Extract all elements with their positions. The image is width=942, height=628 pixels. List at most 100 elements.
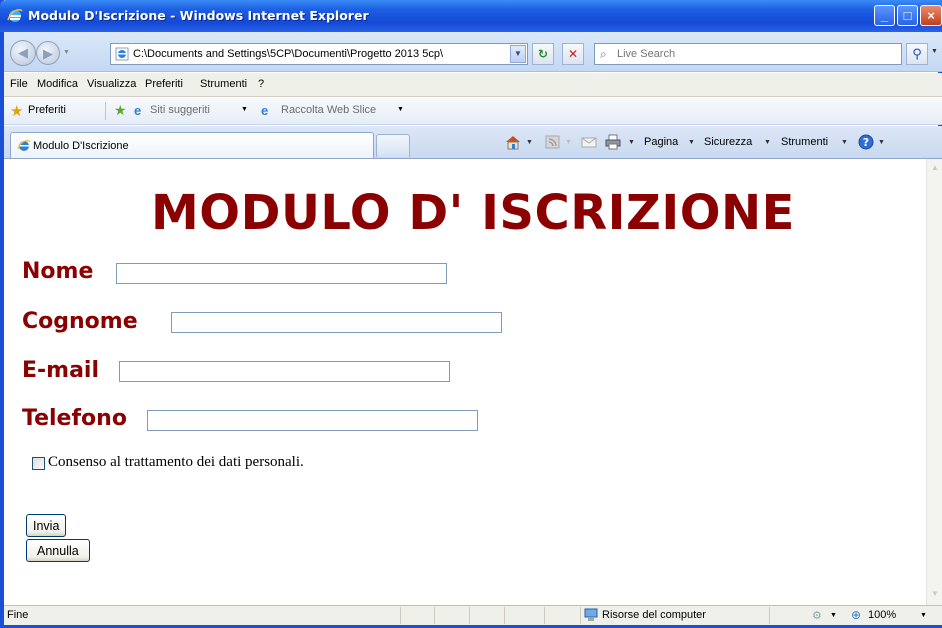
favorites-separator [105,102,106,120]
search-icon: ⌕ [600,47,607,61]
tab-modulo-iscrizione[interactable]: Modulo D'Iscrizione [10,132,374,158]
suggested-sites-ie-icon: e [134,103,142,118]
telefono-label: Telefono [22,406,127,431]
forward-button[interactable]: ▶ [36,41,60,65]
consent-checkbox[interactable] [32,457,45,470]
cognome-input[interactable] [171,312,502,333]
status-pane-divider [400,607,401,624]
forward-arrow-icon: ▶ [43,46,53,61]
menu-bar: File Modifica Visualizza Preferiti Strum… [4,73,942,97]
email-label: E-mail [22,358,100,383]
svg-text:?: ? [863,136,869,149]
nome-input[interactable] [116,263,447,284]
address-dropdown-icon[interactable]: ▼ [510,45,526,63]
zoom-icon[interactable]: ⊕ [851,608,861,622]
minimize-icon: _ [880,8,889,23]
new-tab-button[interactable] [376,134,410,157]
refresh-button[interactable]: ↻ [532,43,554,65]
address-bar[interactable]: C:\Documents and Settings\5CP\Documenti\… [110,43,528,65]
menu-item-strumenti[interactable]: Strumenti [200,78,247,90]
suggested-dropdown-icon[interactable]: ▼ [241,106,248,113]
tools-menu-button[interactable]: Strumenti [781,136,828,148]
minimize-button[interactable]: _ [874,5,895,26]
tab-ie-icon [17,140,31,151]
favorites-button[interactable]: Preferiti [28,104,66,116]
history-dropdown-icon[interactable]: ▼ [63,49,70,56]
menu-item-preferiti[interactable]: Preferiti [145,78,183,90]
computer-zone-icon [584,608,598,621]
window-title: Modulo D'Iscrizione - Windows Internet E… [28,8,369,23]
cognome-label: Cognome [22,309,138,334]
tab-row: Modulo D'Iscrizione ▼ ▼ ▼ Pagina ▼ Sicur… [4,126,942,159]
feeds-icon[interactable] [544,134,562,150]
webslice-gallery-button[interactable]: Raccolta Web Slice [281,104,376,116]
status-bar: Fine Risorse del computer ⚙ ▼ ⊕ 100% ▼ [4,605,942,625]
vertical-scrollbar[interactable]: ▲ ▼ [926,159,942,605]
status-pane-divider [504,607,505,624]
maximize-icon: □ [903,8,912,23]
page-ie-icon [115,47,129,61]
zoom-level[interactable]: 100% [868,609,896,621]
feeds-dropdown-icon[interactable]: ▼ [565,139,572,146]
scroll-down-icon[interactable]: ▼ [928,587,942,601]
consent-label: Consenso al trattamento dei dati persona… [48,454,304,470]
help-dropdown-icon[interactable]: ▼ [878,139,885,146]
help-icon[interactable]: ? [857,134,875,150]
page-title: MODULO D' ISCRIZIONE [151,185,795,241]
security-zone-text: Risorse del computer [602,609,706,621]
home-icon[interactable] [504,134,522,150]
page-menu-button[interactable]: Pagina [644,136,678,148]
mail-icon[interactable] [580,134,598,150]
status-pane-divider [769,607,770,624]
status-pane-divider [434,607,435,624]
favorites-bar: ★ Preferiti ★ e Siti suggeriti ▼ e Racco… [4,97,942,125]
webslice-ie-icon: e [261,103,269,118]
suggested-sites-button[interactable]: Siti suggeriti [150,104,210,116]
tab-label: Modulo D'Iscrizione [33,140,129,152]
favorites-star-icon: ★ [10,103,24,120]
internet-explorer-icon [7,8,23,22]
magnifier-icon: ⚲ [912,46,922,61]
security-dropdown-icon[interactable]: ▼ [764,139,771,146]
menu-item-help[interactable]: ? [258,78,264,90]
search-box[interactable]: ⌕ [594,43,902,65]
email-input[interactable] [119,361,450,382]
close-button[interactable]: × [920,5,942,26]
back-arrow-icon: ◀ [18,45,28,60]
maximize-button[interactable]: □ [897,5,918,26]
stop-button[interactable]: ✕ [562,43,584,65]
webslice-dropdown-icon[interactable]: ▼ [397,106,404,113]
home-dropdown-icon[interactable]: ▼ [526,139,533,146]
menu-item-modifica[interactable]: Modifica [37,78,78,90]
print-dropdown-icon[interactable]: ▼ [628,139,635,146]
address-row: ◀ ▶ ▼ C:\Documents and Settings\5CP\Docu… [4,32,942,72]
status-text: Fine [7,609,29,621]
telefono-input[interactable] [147,410,478,431]
search-go-button[interactable]: ⚲ [906,43,928,65]
address-url: C:\Documents and Settings\5CP\Documenti\… [133,48,444,60]
scroll-up-icon[interactable]: ▲ [928,161,942,175]
add-favorite-icon[interactable]: ★ [114,102,127,119]
back-button[interactable]: ◀ [10,40,36,66]
zoom-dropdown-icon[interactable]: ▼ [920,612,927,619]
page-dropdown-icon[interactable]: ▼ [688,139,695,146]
status-pane-divider [580,607,581,624]
search-input[interactable] [617,46,897,62]
search-options-icon[interactable]: ▼ [931,48,938,55]
browser-window: Modulo D'Iscrizione - Windows Internet E… [0,0,942,628]
menu-item-file[interactable]: File [10,78,28,90]
title-bar: Modulo D'Iscrizione - Windows Internet E… [0,0,942,32]
menu-item-visualizza[interactable]: Visualizza [87,78,136,90]
print-icon[interactable] [604,134,622,150]
status-pane-divider [469,607,470,624]
protected-mode-dropdown-icon[interactable]: ▼ [830,612,837,619]
nome-label: Nome [22,259,94,284]
security-menu-button[interactable]: Sicurezza [704,136,752,148]
protected-mode-icon[interactable]: ⚙ [812,609,822,622]
page-content: MODULO D' ISCRIZIONE Nome Cognome E-mail… [4,159,926,605]
status-pane-divider [544,607,545,624]
tools-dropdown-icon[interactable]: ▼ [841,139,848,146]
reset-button[interactable]: Annulla [26,539,90,562]
submit-button[interactable]: Invia [26,514,67,537]
stop-icon: ✕ [567,47,579,61]
